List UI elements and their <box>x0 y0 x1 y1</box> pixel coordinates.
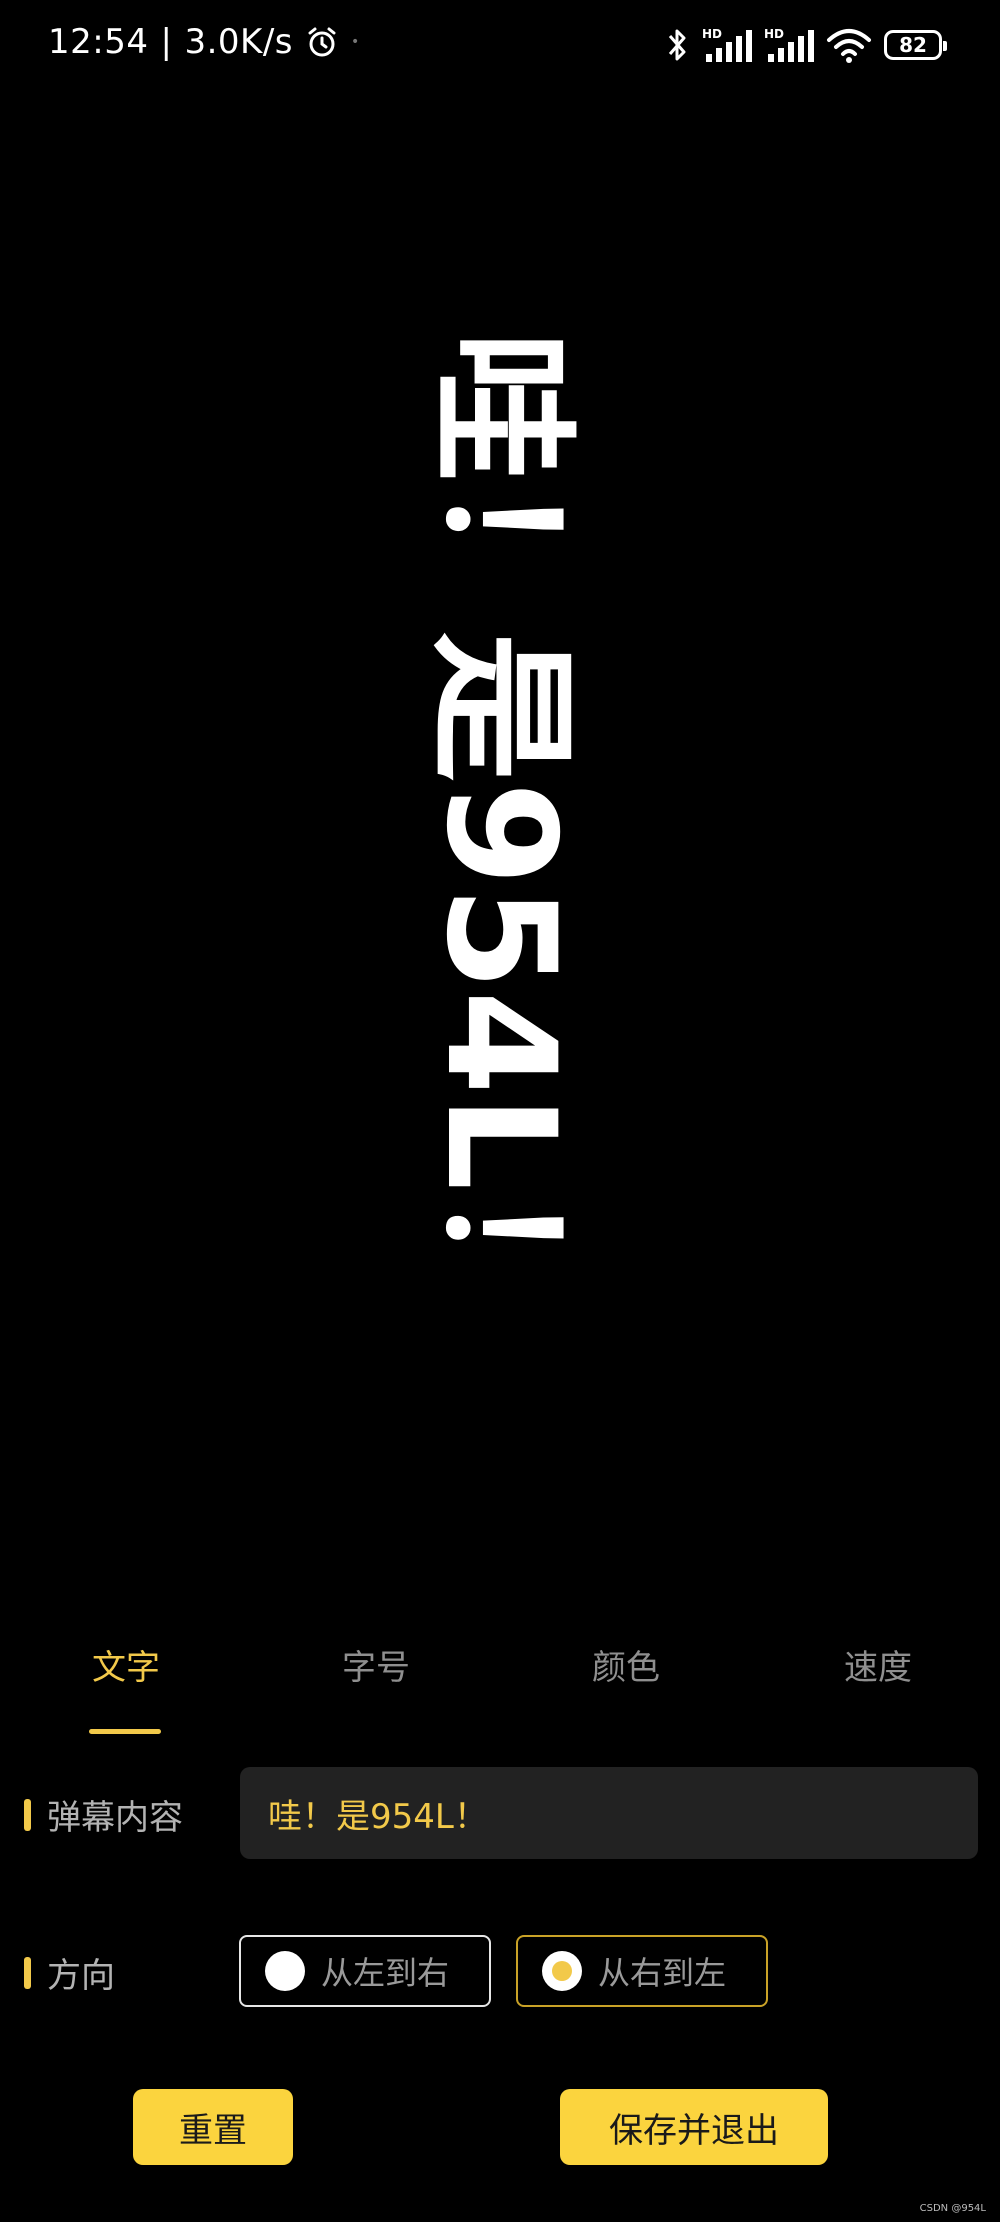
status-bar: 12:54 | 3.0K/s • HD HD 82 <box>0 0 1000 96</box>
content-label-text: 弹幕内容 <box>47 1798 183 1838</box>
radio-unchecked-icon[interactable] <box>265 1951 305 1991</box>
hd-signal-icon: HD <box>764 27 814 62</box>
direction-option-label: 从右到左 <box>598 1954 727 1992</box>
danmaku-preview: 哇！是954L！ <box>0 96 1000 1616</box>
hd-signal-icon: HD <box>702 27 752 62</box>
status-time: 12:54 <box>48 22 149 62</box>
notification-dot-icon: • <box>351 34 360 50</box>
direction-right-to-left-option[interactable]: 从右到左 <box>516 1935 768 2007</box>
direction-label: 方向 <box>24 1948 115 1997</box>
danmaku-content-input[interactable] <box>240 1767 978 1859</box>
active-tab-indicator <box>89 1729 161 1734</box>
watermark: CSDN @954L <box>919 2203 986 2214</box>
alarm-icon <box>308 27 336 57</box>
status-separator: | <box>160 22 173 62</box>
tab-font-size[interactable]: 字号 <box>306 1640 446 1689</box>
svg-text:HD: HD <box>702 27 722 41</box>
battery-icon: 82 <box>884 30 947 60</box>
label-accent-bar <box>24 1956 31 1989</box>
direction-option-label: 从左到右 <box>321 1954 450 1992</box>
svg-text:HD: HD <box>764 27 784 41</box>
tab-speed[interactable]: 速度 <box>808 1640 948 1689</box>
direction-label-text: 方向 <box>47 1956 115 1996</box>
direction-left-to-right-option[interactable]: 从左到右 <box>239 1935 491 2007</box>
preview-text: 哇！是954L！ <box>413 331 587 1341</box>
status-net-speed: 3.0K/s <box>184 22 293 62</box>
reset-button[interactable]: 重置 <box>133 2089 293 2165</box>
status-left: 12:54 | 3.0K/s • <box>48 22 360 62</box>
label-accent-bar <box>24 1798 31 1831</box>
tab-bar: 文字 字号 颜色 速度 <box>0 1640 1000 1732</box>
status-right: HD HD 82 <box>666 26 947 64</box>
radio-checked-icon[interactable] <box>542 1951 582 1991</box>
tab-text[interactable]: 文字 <box>56 1640 196 1689</box>
battery-level: 82 <box>899 33 927 57</box>
wifi-icon <box>827 29 871 63</box>
save-and-exit-button[interactable]: 保存并退出 <box>560 2089 828 2165</box>
content-label: 弹幕内容 <box>24 1790 183 1839</box>
tab-color[interactable]: 颜色 <box>556 1640 696 1689</box>
bluetooth-icon <box>668 29 686 61</box>
